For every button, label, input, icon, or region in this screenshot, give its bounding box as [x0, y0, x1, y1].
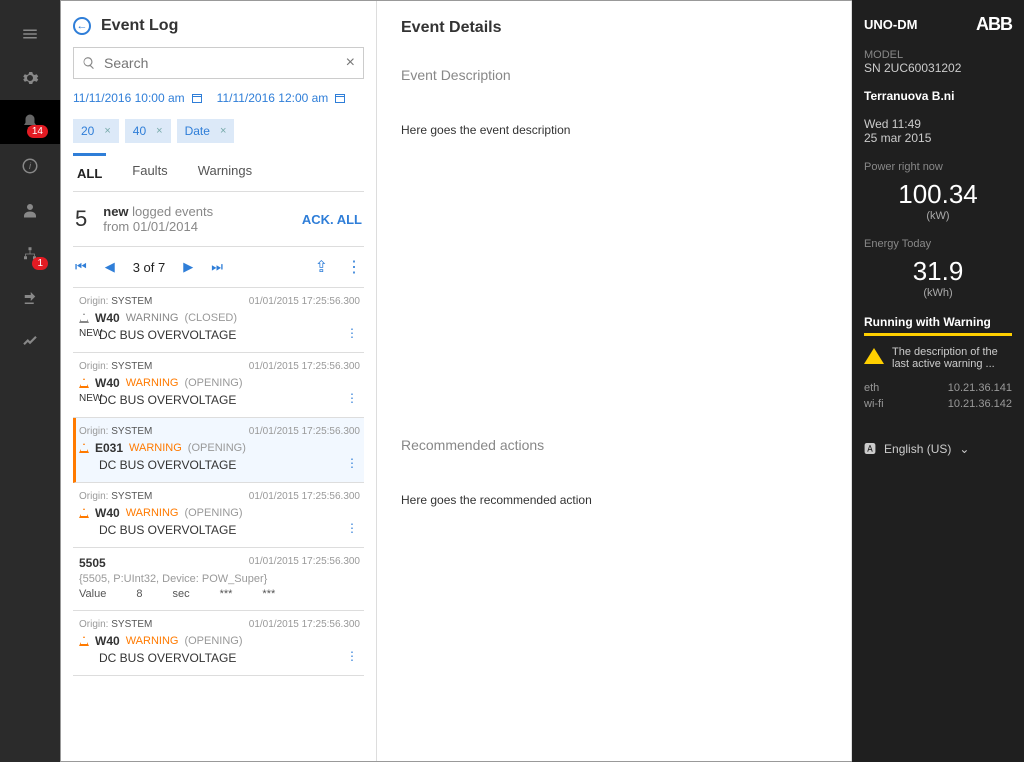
- tools-icon[interactable]: [0, 320, 60, 364]
- tab-all[interactable]: ALL: [73, 153, 106, 191]
- pager-first-icon[interactable]: ⏮: [75, 259, 87, 275]
- search-input[interactable]: ×: [73, 47, 364, 79]
- warning-text: The description of the last active warni…: [892, 346, 1012, 370]
- more-icon[interactable]: ⋮: [346, 257, 362, 277]
- pager-next-icon[interactable]: ▶: [183, 259, 193, 275]
- event-details-column: Event Details Event Description Here goe…: [377, 1, 852, 761]
- calendar-icon: [334, 92, 346, 104]
- clear-search-icon[interactable]: ×: [346, 54, 355, 72]
- wifi-ip: 10.21.36.142: [948, 398, 1012, 410]
- event-row[interactable]: Origin: SYSTEM01/01/2015 17:25:56.300 W4…: [73, 483, 364, 548]
- language-selector[interactable]: 🅰English (US)⌄: [864, 440, 1012, 457]
- warning-triangle-icon: [79, 313, 89, 323]
- event-count: 5: [75, 206, 87, 232]
- chip-remove-icon[interactable]: ×: [156, 125, 162, 137]
- data-event-row[interactable]: 550501/01/2015 17:25:56.300{5505, P:UInt…: [73, 548, 364, 611]
- event-row[interactable]: Origin: SYSTEM01/01/2015 17:25:56.300 W4…: [73, 611, 364, 676]
- description-body: Here goes the event description: [401, 123, 827, 137]
- location: Terranuova B.ni: [864, 89, 1012, 103]
- warning-triangle-icon: [79, 636, 89, 646]
- network-icon[interactable]: 1: [0, 232, 60, 276]
- back-icon[interactable]: ←: [73, 17, 91, 35]
- notifications-icon[interactable]: 14: [0, 100, 60, 144]
- status-panel: UNO-DMABB MODEL SN 2UC60031202 Terranuov…: [852, 0, 1024, 762]
- share-icon[interactable]: ⇪: [315, 257, 328, 277]
- pager-last-icon[interactable]: ⏭: [211, 259, 223, 275]
- date-to[interactable]: 11/11/2016 12:00 am: [217, 91, 347, 105]
- page-title: ←Event Log: [73, 17, 364, 35]
- device-name: UNO-DM: [864, 17, 917, 32]
- pager-prev-icon[interactable]: ◀: [105, 259, 115, 275]
- time: Wed 11:49: [864, 117, 1012, 131]
- settings-icon[interactable]: [0, 56, 60, 100]
- nav-rail: 14 i 1: [0, 0, 60, 762]
- ack-all-button[interactable]: ACK. ALL: [302, 212, 362, 227]
- warning-icon: [864, 348, 884, 364]
- filter-chip[interactable]: 20×: [73, 119, 119, 143]
- event-log-column: ←Event Log × 11/11/2016 10:00 am 11/11/2…: [61, 1, 377, 761]
- status-badge: Running with Warning: [864, 315, 1012, 336]
- network-badge: 1: [32, 257, 48, 270]
- filter-chip[interactable]: Date×: [177, 119, 235, 143]
- recommended-heading: Recommended actions: [401, 437, 827, 453]
- chevron-down-icon: ⌄: [959, 442, 969, 456]
- svg-text:i: i: [29, 161, 32, 171]
- event-more-icon[interactable]: [346, 391, 358, 405]
- calendar-icon: [191, 92, 203, 104]
- date: 25 mar 2015: [864, 131, 1012, 145]
- energy-value: 31.9: [864, 256, 1012, 287]
- event-more-icon[interactable]: [346, 521, 358, 535]
- info-icon[interactable]: i: [0, 144, 60, 188]
- filter-chip[interactable]: 40×: [125, 119, 171, 143]
- event-row[interactable]: Origin: SYSTEM01/01/2015 17:25:56.300 W4…: [73, 353, 364, 418]
- event-more-icon[interactable]: [346, 326, 358, 340]
- export-icon[interactable]: [0, 276, 60, 320]
- pager-text: 3 of 7: [133, 260, 166, 275]
- tab-faults[interactable]: Faults: [128, 153, 171, 191]
- menu-icon[interactable]: [0, 12, 60, 56]
- recommended-body: Here goes the recommended action: [401, 493, 827, 507]
- warning-triangle-icon: [79, 378, 89, 388]
- description-heading: Event Description: [401, 67, 827, 83]
- user-icon[interactable]: [0, 188, 60, 232]
- notif-badge: 14: [27, 125, 48, 138]
- warning-triangle-icon: [79, 443, 89, 453]
- chip-remove-icon[interactable]: ×: [104, 125, 110, 137]
- details-title: Event Details: [401, 19, 827, 37]
- event-more-icon[interactable]: [346, 456, 358, 470]
- eth-ip: 10.21.36.141: [948, 382, 1012, 394]
- date-from[interactable]: 11/11/2016 10:00 am: [73, 91, 203, 105]
- translate-icon: 🅰: [864, 440, 876, 457]
- event-more-icon[interactable]: [346, 649, 358, 663]
- event-row[interactable]: Origin: SYSTEM01/01/2015 17:25:56.300 W4…: [73, 288, 364, 353]
- power-value: 100.34: [864, 179, 1012, 210]
- brand-logo: ABB: [976, 14, 1012, 35]
- search-icon: [82, 56, 96, 70]
- serial-number: SN 2UC60031202: [864, 61, 1012, 75]
- chip-remove-icon[interactable]: ×: [220, 125, 226, 137]
- tab-warnings[interactable]: Warnings: [194, 153, 256, 191]
- warning-triangle-icon: [79, 508, 89, 518]
- event-row[interactable]: Origin: SYSTEM01/01/2015 17:25:56.300 E0…: [73, 418, 364, 483]
